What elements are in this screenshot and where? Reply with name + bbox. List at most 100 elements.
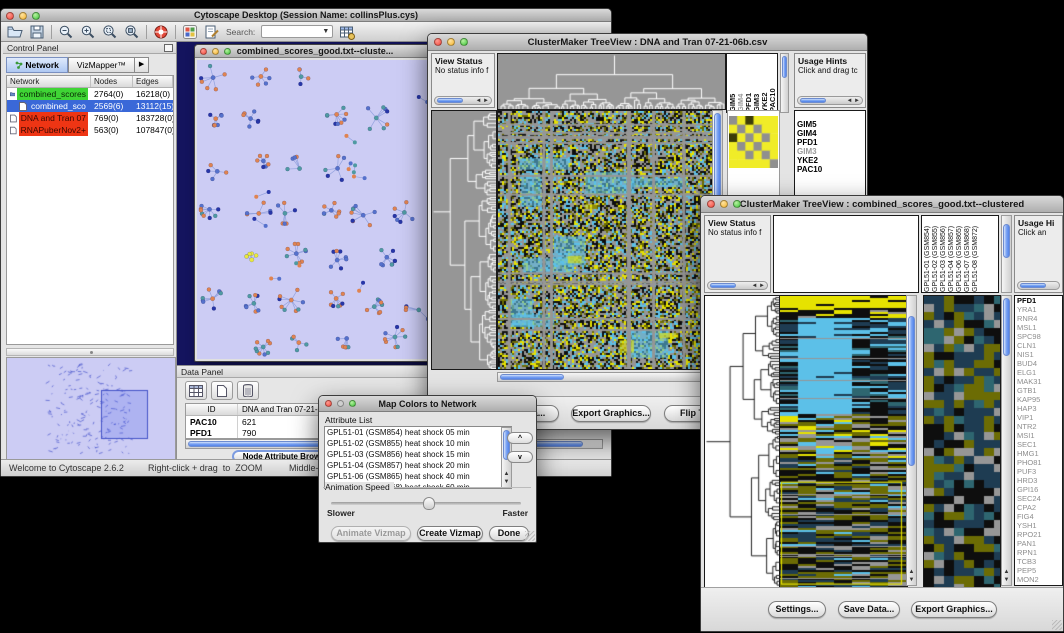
attribute-item[interactable]: GPL51-02 (GSM855) heat shock 10 min bbox=[325, 438, 511, 449]
tv1-gene-label[interactable]: PAC10 bbox=[795, 165, 865, 174]
network-row-combined-sco-selected[interactable]: combined_sco 2569(6) 13112(15) bbox=[7, 100, 173, 112]
resize-grip[interactable] bbox=[525, 531, 535, 541]
col-header-nodes[interactable]: Nodes bbox=[91, 76, 133, 87]
tv2-gene-label[interactable]: RPO21 bbox=[1015, 530, 1062, 539]
tv2-gene-label[interactable]: FIG4 bbox=[1015, 512, 1062, 521]
tv2-gene-dendrogram[interactable] bbox=[704, 295, 780, 588]
import-table-icon[interactable] bbox=[339, 24, 355, 40]
minimize-button[interactable] bbox=[720, 200, 728, 208]
col-header-network[interactable]: Network bbox=[7, 76, 91, 87]
tv2-gene-label[interactable]: NTR2 bbox=[1015, 422, 1062, 431]
tv1-column-dendrogram[interactable] bbox=[497, 53, 726, 110]
tv2-array-label[interactable]: GPL51-02 (GSM855) bbox=[932, 217, 940, 292]
tv2-gene-label[interactable]: BUD4 bbox=[1015, 359, 1062, 368]
tv2-titlebar[interactable]: ClusterMaker TreeView : combined_scores_… bbox=[701, 196, 1063, 213]
tv2-gene-label[interactable]: PHO81 bbox=[1015, 458, 1062, 467]
overview-splitter[interactable] bbox=[6, 348, 174, 356]
tv1-heatmap-hscrollbar[interactable] bbox=[497, 372, 723, 382]
tv2-gene-label[interactable]: SPC98 bbox=[1015, 332, 1062, 341]
network-row-rnapubernov2[interactable]: RNAPuberNov2+ 563(0) 107847(0) bbox=[7, 124, 173, 136]
tv1-titlebar[interactable]: ClusterMaker TreeView : DNA and Tran 07-… bbox=[428, 34, 867, 51]
tv1-array-label[interactable]: PAC10 bbox=[769, 55, 777, 112]
tv2-array-label[interactable]: GPL51-03 (GSM856) bbox=[940, 217, 948, 292]
network-graph[interactable] bbox=[197, 60, 433, 358]
zoom-button[interactable] bbox=[733, 200, 741, 208]
minimize-button[interactable] bbox=[337, 400, 344, 407]
slider-thumb[interactable] bbox=[423, 497, 435, 510]
vizmapper-icon[interactable] bbox=[182, 24, 198, 40]
main-titlebar[interactable]: Cytoscape Desktop (Session Name: collins… bbox=[1, 9, 611, 22]
close-button[interactable] bbox=[707, 200, 715, 208]
tv2-save-data-button[interactable]: Save Data... bbox=[838, 601, 900, 618]
minimize-button[interactable] bbox=[212, 48, 219, 55]
search-input[interactable]: ▼ bbox=[261, 25, 333, 38]
tv2-gene-label[interactable]: SEC24 bbox=[1015, 494, 1062, 503]
tv2-settings-button[interactable]: Settings... bbox=[768, 601, 826, 618]
tv2-gene-label[interactable]: PUF3 bbox=[1015, 467, 1062, 476]
zoom-selected-icon[interactable] bbox=[102, 24, 118, 40]
tv2-gene-label[interactable]: SEC1 bbox=[1015, 440, 1062, 449]
open-file-icon[interactable] bbox=[7, 24, 23, 40]
tv1-status-scrollbar[interactable]: ◄ ► bbox=[434, 96, 492, 105]
close-button[interactable] bbox=[200, 48, 207, 55]
tv2-export-graphics-button[interactable]: Export Graphics... bbox=[911, 601, 997, 618]
attribute-item[interactable]: GPL51-03 (GSM856) heat shock 15 min bbox=[325, 449, 511, 460]
scroll-down-icon[interactable]: ▼ bbox=[907, 577, 916, 584]
zoom-button[interactable] bbox=[349, 400, 356, 407]
tv2-gene-label[interactable]: TCB3 bbox=[1015, 557, 1062, 566]
tv2-gene-label[interactable]: CLN1 bbox=[1015, 341, 1062, 350]
tv1-gene-label[interactable]: YKE2 bbox=[795, 156, 865, 165]
attribute-item[interactable]: GPL51-01 (GSM854) heat shock 05 min bbox=[325, 427, 511, 438]
minimize-button[interactable] bbox=[19, 12, 27, 20]
animate-vizmap-button[interactable]: Animate Vizmap bbox=[331, 526, 411, 541]
tv2-array-label[interactable]: GPL51-06 (GSM865) bbox=[956, 217, 964, 292]
tv2-gene-label[interactable]: RNR4 bbox=[1015, 314, 1062, 323]
create-vizmap-button[interactable]: Create Vizmap bbox=[417, 526, 483, 541]
move-down-button[interactable]: v bbox=[507, 451, 533, 463]
tv2-gene-label[interactable]: MSI1 bbox=[1015, 431, 1062, 440]
close-button[interactable] bbox=[434, 38, 442, 46]
tv2-array-label[interactable]: GPL51-04 (GSM857) bbox=[948, 217, 956, 292]
tv2-gene-label[interactable]: NIS1 bbox=[1015, 350, 1062, 359]
tv1-global-heatmap[interactable] bbox=[497, 110, 713, 370]
col-header-edges[interactable]: Edges bbox=[133, 76, 173, 87]
tv2-gene-label[interactable]: GTB1 bbox=[1015, 386, 1062, 395]
tv2-usage-scrollbar[interactable] bbox=[1017, 281, 1060, 290]
tv2-gene-label[interactable]: YSH1 bbox=[1015, 521, 1062, 530]
tv2-column-dendrogram[interactable] bbox=[773, 215, 919, 293]
float-panel-icon[interactable] bbox=[164, 44, 173, 52]
scroll-up-icon[interactable]: ▲ bbox=[907, 569, 916, 576]
tv1-labels-scrollbar[interactable] bbox=[780, 53, 789, 113]
annotation-icon[interactable] bbox=[204, 24, 220, 40]
network-window-titlebar[interactable]: combined_scores_good.txt--cluste... bbox=[195, 45, 435, 58]
attribute-item[interactable]: GPL51-06 (GSM865) heat shock 40 min bbox=[325, 471, 511, 482]
scroll-down-icon[interactable]: ▼ bbox=[1002, 577, 1011, 584]
tv1-gene-label[interactable]: GIM3 bbox=[795, 147, 865, 156]
scroll-down-icon[interactable]: ▼ bbox=[502, 479, 511, 486]
tv2-heatmap-vscrollbar[interactable]: ▲ ▼ bbox=[906, 295, 917, 586]
search-dropdown-icon[interactable]: ▼ bbox=[320, 27, 331, 36]
close-button[interactable] bbox=[325, 400, 332, 407]
save-session-icon[interactable] bbox=[29, 24, 45, 40]
tv1-gene-label[interactable]: PFD1 bbox=[795, 138, 865, 147]
tv2-labels-scrollbar[interactable] bbox=[1001, 215, 1012, 293]
scroll-arrows[interactable]: ◄ ► bbox=[475, 97, 489, 105]
delete-attribute-button[interactable] bbox=[237, 381, 259, 400]
zoom-out-icon[interactable] bbox=[58, 24, 74, 40]
tv1-usage-scrollbar[interactable]: ◄ ► bbox=[797, 96, 863, 105]
tab-network[interactable]: Network bbox=[6, 57, 68, 73]
tv2-array-label[interactable]: GPL51-08 (GSM872) bbox=[972, 217, 980, 292]
zoom-in-icon[interactable] bbox=[80, 24, 96, 40]
tv2-array-label[interactable]: GPL51-01 (GSM854) bbox=[924, 217, 932, 292]
zoom-button[interactable] bbox=[32, 12, 40, 20]
done-button[interactable]: Done bbox=[489, 526, 529, 541]
tv2-gene-label[interactable]: MSL1 bbox=[1015, 323, 1062, 332]
help-lifering-icon[interactable] bbox=[153, 24, 169, 40]
tv1-gene-label[interactable]: GIM4 bbox=[795, 129, 865, 138]
tv2-gene-label[interactable]: HRD3 bbox=[1015, 476, 1062, 485]
tab-vizmapper[interactable]: VizMapper™ bbox=[68, 57, 135, 73]
animation-speed-slider[interactable] bbox=[331, 502, 521, 505]
tv2-gene-label[interactable]: PAN1 bbox=[1015, 539, 1062, 548]
tv1-zoom-heatmap[interactable] bbox=[729, 116, 778, 168]
tv2-gene-label[interactable]: YRA1 bbox=[1015, 305, 1062, 314]
